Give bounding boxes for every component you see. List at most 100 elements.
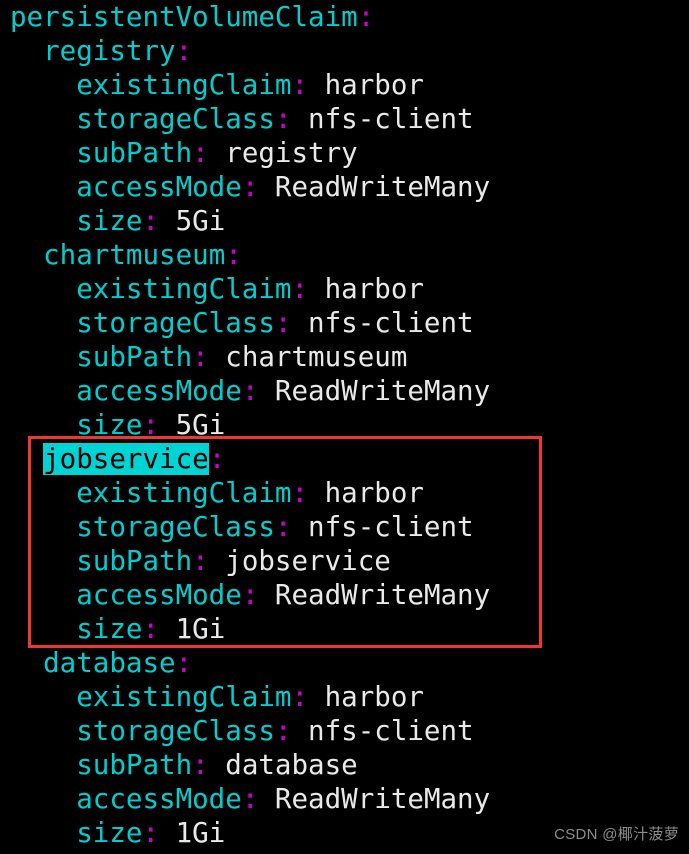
- yaml-key: existingClaim: [76, 681, 292, 713]
- yaml-key: subPath: [76, 137, 193, 169]
- yaml-key: storageClass: [76, 511, 275, 543]
- code-line[interactable]: registry:: [10, 34, 689, 68]
- yaml-value: harbor: [308, 273, 424, 305]
- code-line[interactable]: database:: [10, 646, 689, 680]
- code-line[interactable]: jobservice:: [10, 442, 689, 476]
- yaml-colon: :: [175, 647, 193, 679]
- code-line[interactable]: storageClass: nfs-client: [10, 714, 689, 748]
- code-line[interactable]: existingClaim: harbor: [10, 680, 689, 714]
- yaml-key: accessMode: [76, 171, 242, 203]
- yaml-key: storageClass: [76, 307, 275, 339]
- code-line[interactable]: size: 5Gi: [10, 204, 689, 238]
- yaml-colon: :: [291, 681, 309, 713]
- code-line[interactable]: subPath: chartmuseum: [10, 340, 689, 374]
- yaml-colon: :: [291, 477, 309, 509]
- yaml-colon: :: [192, 341, 209, 373]
- yaml-key: size: [76, 817, 143, 849]
- yaml-value: chartmuseum: [208, 341, 408, 373]
- code-line[interactable]: existingClaim: harbor: [10, 68, 689, 102]
- yaml-key: storageClass: [76, 715, 275, 747]
- code-line[interactable]: existingClaim: harbor: [10, 272, 689, 306]
- code-line[interactable]: storageClass: nfs-client: [10, 306, 689, 340]
- yaml-colon: :: [241, 171, 259, 203]
- yaml-key: subPath: [76, 341, 193, 373]
- yaml-colon: :: [142, 613, 160, 645]
- yaml-key: size: [76, 613, 143, 645]
- code-line[interactable]: accessMode: ReadWriteMany: [10, 170, 689, 204]
- yaml-key: existingClaim: [76, 69, 292, 101]
- yaml-key: subPath: [76, 749, 193, 781]
- yaml-colon: :: [142, 817, 160, 849]
- yaml-key: size: [76, 205, 143, 237]
- code-line[interactable]: size: 1Gi: [10, 612, 689, 646]
- code-line[interactable]: subPath: database: [10, 748, 689, 782]
- code-line[interactable]: chartmuseum:: [10, 238, 689, 272]
- code-line[interactable]: accessMode: ReadWriteMany: [10, 782, 689, 816]
- yaml-key: persistentVolumeClaim: [10, 1, 358, 33]
- code-line[interactable]: storageClass: nfs-client: [10, 102, 689, 136]
- code-line[interactable]: existingClaim: harbor: [10, 476, 689, 510]
- yaml-value: ReadWriteMany: [258, 579, 491, 611]
- yaml-value: harbor: [308, 69, 424, 101]
- yaml-key: accessMode: [76, 375, 242, 407]
- code-line[interactable]: subPath: registry: [10, 136, 689, 170]
- yaml-colon: :: [291, 273, 309, 305]
- yaml-colon: :: [192, 749, 209, 781]
- yaml-colon: :: [192, 137, 209, 169]
- yaml-value: nfs-client: [291, 307, 474, 339]
- yaml-value: nfs-client: [291, 103, 474, 135]
- yaml-value: nfs-client: [291, 715, 474, 747]
- yaml-value: jobservice: [208, 545, 391, 577]
- yaml-colon: :: [274, 715, 292, 747]
- yaml-code-block[interactable]: persistentVolumeClaim: registry: existin…: [10, 0, 689, 850]
- yaml-value: 1Gi: [159, 817, 226, 849]
- yaml-value: ReadWriteMany: [258, 171, 491, 203]
- yaml-key-highlighted: jobservice: [43, 443, 209, 475]
- yaml-colon: :: [241, 579, 259, 611]
- yaml-colon: :: [357, 1, 375, 33]
- yaml-colon: :: [274, 511, 292, 543]
- code-line[interactable]: persistentVolumeClaim:: [10, 0, 689, 34]
- code-line[interactable]: subPath: jobservice: [10, 544, 689, 578]
- yaml-key: accessMode: [76, 783, 242, 815]
- yaml-colon: :: [142, 409, 160, 441]
- code-line[interactable]: size: 5Gi: [10, 408, 689, 442]
- yaml-value: harbor: [308, 681, 424, 713]
- yaml-colon: :: [225, 239, 242, 271]
- yaml-key: existingClaim: [76, 477, 292, 509]
- terminal-window: persistentVolumeClaim: registry: existin…: [0, 0, 689, 854]
- yaml-key: subPath: [76, 545, 193, 577]
- yaml-value: database: [208, 749, 358, 781]
- yaml-value: registry: [208, 137, 358, 169]
- yaml-colon: :: [142, 205, 160, 237]
- yaml-colon: :: [241, 783, 259, 815]
- yaml-value: ReadWriteMany: [258, 375, 491, 407]
- watermark-label: CSDN @椰汁菠萝: [554, 826, 679, 843]
- yaml-colon: :: [274, 307, 292, 339]
- yaml-key: registry: [43, 35, 176, 67]
- code-line[interactable]: accessMode: ReadWriteMany: [10, 578, 689, 612]
- code-line[interactable]: storageClass: nfs-client: [10, 510, 689, 544]
- code-line[interactable]: accessMode: ReadWriteMany: [10, 374, 689, 408]
- yaml-value: 5Gi: [159, 409, 226, 441]
- yaml-colon: :: [192, 545, 209, 577]
- yaml-key: existingClaim: [76, 273, 292, 305]
